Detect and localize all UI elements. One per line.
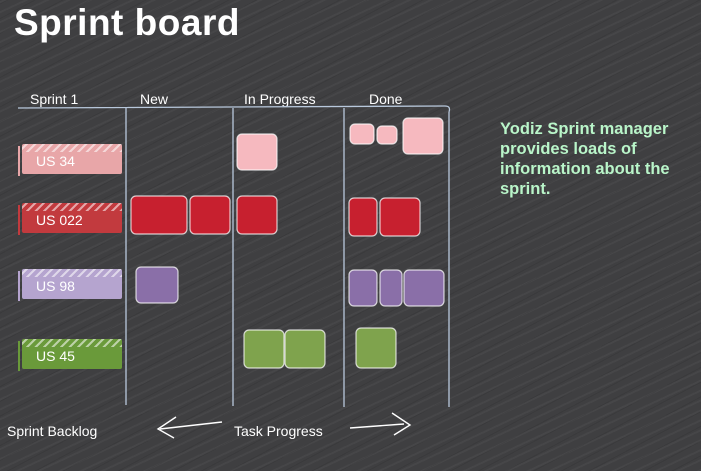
story-hatch — [22, 269, 122, 277]
task-note-purple[interactable] — [348, 269, 378, 307]
story-card-us-45[interactable]: US 45 — [18, 339, 122, 371]
story-label: US 98 — [36, 278, 75, 294]
task-note-red[interactable] — [130, 195, 188, 235]
task-progress-label: Task Progress — [234, 423, 323, 439]
task-note-purple[interactable] — [403, 269, 445, 307]
story-label: US 022 — [36, 212, 83, 228]
description-text: Yodiz Sprint manager provides loads of i… — [500, 120, 670, 198]
board-grid — [17, 105, 451, 439]
story-label: US 34 — [36, 153, 75, 169]
story-card-us-022[interactable]: US 022 — [18, 203, 122, 235]
task-note-red[interactable] — [379, 197, 421, 237]
story-edge — [18, 341, 20, 371]
task-note-red[interactable] — [348, 197, 378, 237]
task-note-red[interactable] — [189, 195, 231, 235]
sprint-backlog-label: Sprint Backlog — [7, 423, 98, 439]
task-note-purple[interactable] — [135, 266, 179, 304]
story-edge — [18, 205, 20, 235]
story-hatch — [22, 144, 122, 152]
task-note-red[interactable] — [236, 195, 278, 235]
story-edge — [18, 146, 20, 176]
arrow-left-shaft — [159, 421, 223, 430]
story-hatch — [22, 203, 122, 211]
story-card-us-98[interactable]: US 98 — [18, 269, 122, 301]
task-note-green[interactable] — [284, 329, 326, 369]
story-card-us-34[interactable]: US 34 — [18, 144, 122, 176]
story-label: US 45 — [36, 348, 75, 364]
story-edge — [18, 271, 20, 301]
task-note-pink[interactable] — [236, 133, 278, 171]
task-note-pink[interactable] — [402, 117, 444, 155]
task-note-green[interactable] — [355, 327, 397, 369]
task-note-purple[interactable] — [379, 269, 403, 307]
arrow-right-shaft — [349, 423, 405, 429]
story-hatch — [22, 339, 122, 347]
task-note-pink[interactable] — [376, 125, 398, 145]
board-top-line — [17, 105, 451, 113]
task-note-pink[interactable] — [349, 123, 375, 145]
task-note-green[interactable] — [243, 329, 285, 369]
